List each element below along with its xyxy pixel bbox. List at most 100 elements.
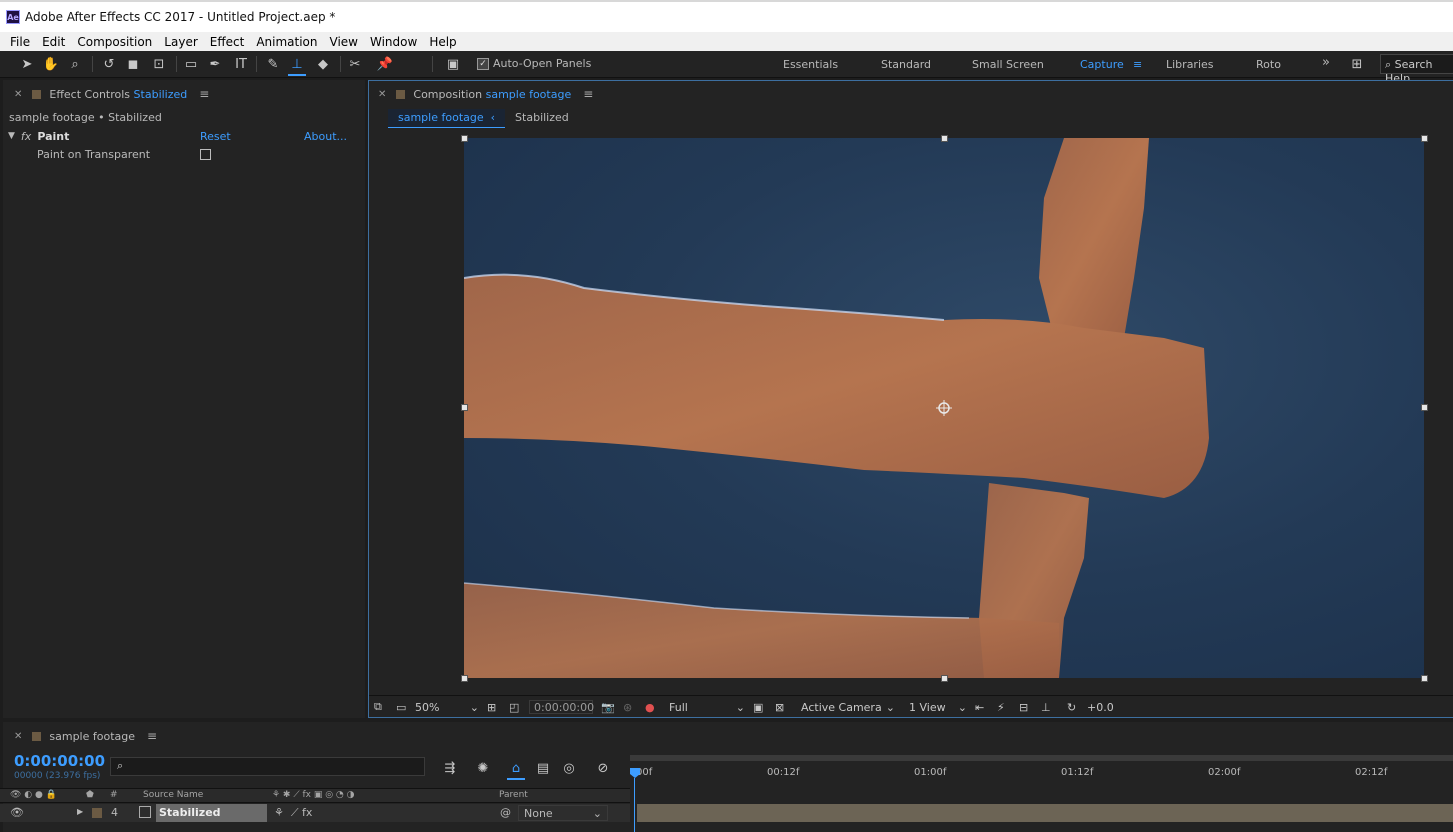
transform-handle[interactable]	[941, 135, 948, 142]
camera-tool-icon[interactable]: ◼	[124, 55, 142, 73]
composition-tab[interactable]: ✕ Composition sample footage ≡	[378, 87, 593, 101]
exposure-value[interactable]: +0.0	[1087, 700, 1114, 714]
workspace-standard[interactable]: Standard	[881, 58, 931, 71]
source-name-column[interactable]: Source Name	[143, 790, 203, 800]
fast-previews-icon[interactable]: ⚡	[997, 700, 1005, 714]
display-icon[interactable]: ▭	[396, 700, 406, 714]
eraser-tool-icon[interactable]: ◆	[314, 55, 332, 73]
composition-viewer[interactable]	[464, 138, 1424, 678]
transform-handle[interactable]	[1421, 404, 1428, 411]
workspace-capture[interactable]: Capture	[1080, 58, 1124, 71]
menu-file[interactable]: File	[4, 35, 36, 49]
workspace-roto[interactable]: Roto	[1256, 58, 1281, 71]
panel-menu-icon[interactable]: ≡	[147, 729, 157, 743]
menu-edit[interactable]: Edit	[36, 35, 71, 49]
reset-exposure-icon[interactable]: ↻	[1067, 700, 1076, 714]
draft-3d-icon[interactable]: ✺	[474, 759, 492, 777]
always-preview-icon[interactable]: ⧉	[374, 700, 382, 714]
auto-open-panels-checkbox[interactable]: ✓ Auto-Open Panels	[477, 57, 591, 70]
paint-on-transparent-checkbox[interactable]	[200, 148, 211, 160]
workspace-libraries[interactable]: Libraries	[1166, 58, 1214, 71]
subtab-stabilized[interactable]: Stabilized	[505, 109, 579, 128]
layer-name[interactable]: Stabilized	[156, 804, 267, 822]
workspace-small-screen[interactable]: Small Screen	[972, 58, 1044, 71]
pen-tool-icon[interactable]: ✒	[206, 55, 224, 73]
mask-visibility-icon[interactable]: ◰	[509, 700, 519, 714]
timeline-timecode[interactable]: 0:00:00:00	[14, 752, 105, 770]
hand-tool-icon[interactable]: ✋	[42, 55, 60, 73]
current-time-field[interactable]: 0:00:00:00	[529, 700, 594, 714]
lock-icon[interactable]	[32, 731, 42, 741]
show-snapshot-icon[interactable]: ⊛	[623, 700, 632, 714]
motion-blur-icon[interactable]: ◎	[560, 759, 578, 777]
close-icon[interactable]: ✕	[14, 731, 22, 742]
zoom-tool-icon[interactable]: ⌕	[66, 55, 84, 73]
time-ruler[interactable]: 00f 00:12f 01:00f 01:12f 02:00f 02:12f	[630, 755, 1453, 785]
channel-icon[interactable]: ●	[645, 700, 655, 714]
clone-stamp-tool-icon[interactable]: ⊥	[288, 55, 306, 76]
menu-help[interactable]: Help	[423, 35, 462, 49]
effect-controls-tab[interactable]: ✕ Effect Controls Stabilized ≡	[14, 87, 209, 101]
puppet-pin-tool-icon[interactable]: 📌	[376, 55, 394, 73]
shy-layers-icon[interactable]: ⌂	[507, 759, 525, 780]
transparency-grid-icon[interactable]: ⊠	[775, 700, 784, 714]
panel-menu-icon[interactable]: ≡	[583, 87, 593, 101]
menu-window[interactable]: Window	[364, 35, 423, 49]
transform-handle[interactable]	[941, 675, 948, 682]
workspace-menu-icon[interactable]: ≡	[1133, 58, 1142, 71]
menu-composition[interactable]: Composition	[71, 35, 158, 49]
resolution-grid-icon[interactable]: ⊞	[487, 700, 496, 714]
selection-tool-icon[interactable]: ➤	[18, 55, 36, 73]
timeline-tab[interactable]: ✕ sample footage ≡	[14, 729, 157, 743]
subtab-sample-footage[interactable]: sample footage ‹	[388, 109, 506, 128]
roto-brush-tool-icon[interactable]: ✂	[346, 55, 364, 73]
transform-handle[interactable]	[461, 675, 468, 682]
lock-icon[interactable]	[32, 89, 42, 99]
pan-behind-tool-icon[interactable]: ⊡	[150, 55, 168, 73]
comp-mini-flowchart-icon[interactable]: ⇶	[441, 759, 459, 777]
menu-layer[interactable]: Layer	[158, 35, 203, 49]
camera-dropdown[interactable]: Active Camera ⌄	[801, 700, 895, 714]
about-link[interactable]: About...	[304, 130, 347, 143]
snapshot-icon[interactable]: 📷	[601, 700, 615, 714]
timeline-icon[interactable]: ⊟	[1019, 700, 1028, 714]
menu-view[interactable]: View	[324, 35, 364, 49]
transform-handle[interactable]	[1421, 675, 1428, 682]
resolution-dropdown[interactable]: Full ⌄	[669, 700, 745, 714]
more-workspaces-icon[interactable]: »	[1322, 55, 1330, 70]
timeline-search-input[interactable]: ⌕	[110, 757, 425, 776]
menu-effect[interactable]: Effect	[204, 35, 251, 49]
frame-blending-icon[interactable]: ▤	[534, 759, 552, 777]
layer-color-label[interactable]	[92, 808, 102, 818]
workspace-essentials[interactable]: Essentials	[783, 58, 838, 71]
rotation-tool-icon[interactable]: ↺	[100, 55, 118, 73]
region-of-interest-icon[interactable]: ▣	[753, 700, 763, 714]
transform-handle[interactable]	[1421, 135, 1428, 142]
menu-animation[interactable]: Animation	[250, 35, 323, 49]
toggle-pixel-aspect-icon[interactable]: ⇤	[975, 700, 984, 714]
layer-switches-icons[interactable]: ⚘ ⟋ fx	[274, 806, 312, 820]
pickwhip-icon[interactable]: @	[500, 806, 511, 819]
flowchart-icon[interactable]: ⊥	[1041, 700, 1051, 714]
graph-editor-icon[interactable]: ⊘	[594, 759, 612, 777]
view-layout-dropdown[interactable]: 1 View ⌄	[909, 700, 967, 714]
eye-visibility-icon[interactable]: 👁	[10, 806, 24, 819]
parent-dropdown[interactable]: None ⌄	[518, 805, 608, 821]
lock-icon[interactable]	[396, 89, 406, 99]
rectangle-tool-icon[interactable]: ▭	[182, 55, 200, 73]
fx-toggle-icon[interactable]: fx	[21, 130, 31, 143]
reset-link[interactable]: Reset	[200, 130, 231, 143]
panel-menu-icon[interactable]: ≡	[199, 87, 209, 101]
type-tool-icon[interactable]: IT	[230, 55, 252, 73]
triangle-expanded-icon[interactable]: ▼	[8, 131, 15, 141]
search-help-field[interactable]: ⌕ Search Help	[1380, 54, 1453, 85]
edit-workspaces-icon[interactable]: ⊞	[1348, 55, 1366, 73]
work-area-bar[interactable]	[630, 755, 1453, 761]
magnification-dropdown[interactable]: 50% ⌄	[415, 700, 479, 714]
triangle-collapsed-icon[interactable]: ▶	[77, 807, 83, 816]
close-icon[interactable]: ✕	[378, 89, 386, 100]
transform-handle[interactable]	[461, 404, 468, 411]
brush-tool-icon[interactable]: ✎	[264, 55, 282, 73]
close-icon[interactable]: ✕	[14, 89, 22, 100]
transform-handle[interactable]	[461, 135, 468, 142]
